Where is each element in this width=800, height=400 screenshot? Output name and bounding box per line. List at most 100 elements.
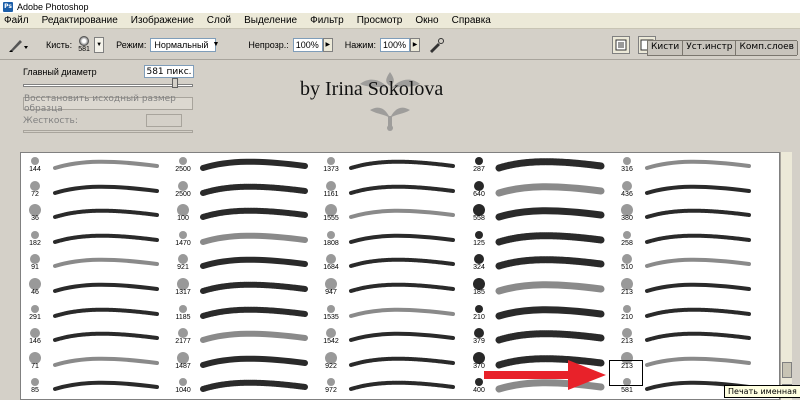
- brush-preset-cell[interactable]: 144: [21, 153, 166, 177]
- menu-filter[interactable]: Фильтр: [310, 15, 344, 26]
- brush-preset-cell[interactable]: 1161: [317, 178, 462, 202]
- brush-preset-cell[interactable]: 146: [21, 325, 166, 349]
- master-diameter-label: Главный диаметр: [23, 67, 97, 77]
- brush-preset-cell[interactable]: 182: [21, 227, 166, 251]
- brush-stroke-preview: [200, 183, 308, 196]
- brush-stroke-preview: [495, 256, 605, 270]
- menu-view[interactable]: Просмотр: [357, 15, 403, 26]
- brush-preset-cell[interactable]: 379: [465, 325, 610, 349]
- menu-help[interactable]: Справка: [452, 15, 491, 26]
- hardness-input[interactable]: [146, 114, 182, 127]
- brush-stroke-preview: [645, 159, 751, 170]
- airbrush-toggle[interactable]: [426, 35, 446, 55]
- brush-picker-button[interactable]: ▼: [94, 36, 105, 53]
- brush-preset-cell[interactable]: 185: [465, 276, 610, 300]
- brush-preset-cell[interactable]: 213: [613, 276, 758, 300]
- tab-brushes[interactable]: Кисти: [648, 41, 684, 55]
- brush-size-label: 510: [621, 264, 633, 272]
- brush-preset-cell[interactable]: 1317: [169, 276, 314, 300]
- opacity-slider-button[interactable]: ▶: [322, 37, 333, 52]
- brush-preset-cell[interactable]: 510: [613, 251, 758, 275]
- brush-preset-cell[interactable]: 1684: [317, 251, 462, 275]
- brush-size-label: 2177: [175, 338, 191, 346]
- flow-input[interactable]: 100%: [380, 37, 411, 52]
- brush-stroke-preview: [495, 207, 605, 221]
- diameter-slider-thumb[interactable]: [171, 78, 178, 88]
- menu-window[interactable]: Окно: [415, 15, 438, 26]
- brush-preset-cell[interactable]: 210: [465, 301, 610, 325]
- menu-layer[interactable]: Слой: [207, 15, 231, 26]
- menu-select[interactable]: Выделение: [244, 15, 297, 26]
- brush-column: 2500 2500 100 1470 921 1317 1185 2177 1487 1040: [169, 153, 314, 399]
- brush-size-label: 1542: [323, 338, 339, 346]
- opacity-input[interactable]: 100%: [292, 37, 323, 52]
- brush-preset-cell[interactable]: 1373: [317, 153, 462, 177]
- brush-preset-cell[interactable]: 287: [465, 153, 610, 177]
- tool-preset-picker[interactable]: [4, 34, 32, 56]
- brush-preset-cell[interactable]: 922: [317, 350, 462, 374]
- brush-size-label: 125: [473, 239, 485, 247]
- brush-size-label: 380: [621, 215, 633, 223]
- menu-image[interactable]: Изображение: [131, 15, 194, 26]
- hardness-slider-track[interactable]: [23, 130, 193, 133]
- brush-preset-cell[interactable]: 46: [21, 276, 166, 300]
- brush-preset-cell[interactable]: 1040: [169, 374, 314, 398]
- photoshop-app-icon: Ps: [3, 1, 13, 12]
- brush-size-label: 1185: [175, 313, 191, 321]
- brush-size-label: 324: [473, 264, 485, 272]
- brush-preset-cell[interactable]: 316: [613, 153, 758, 177]
- tab-tool-presets[interactable]: Уст.инстр: [683, 41, 737, 55]
- brush-preset-cell[interactable]: 85: [21, 374, 166, 398]
- restore-sample-size-button[interactable]: Восстановить исходный размер образца: [23, 94, 193, 114]
- brush-preset-cell[interactable]: 71: [21, 350, 166, 374]
- brush-preset-cell[interactable]: 210: [613, 301, 758, 325]
- diameter-slider-track[interactable]: [23, 84, 193, 87]
- menu-edit[interactable]: Редактирование: [42, 15, 118, 26]
- brush-preset-cell[interactable]: 1185: [169, 301, 314, 325]
- brush-preset-cell[interactable]: 640: [465, 178, 610, 202]
- brush-preset-cell[interactable]: 91: [21, 251, 166, 275]
- brush-stroke-preview: [495, 281, 605, 295]
- master-diameter-input[interactable]: 581 пикс.: [144, 65, 194, 78]
- brush-preset-cell[interactable]: 1487: [169, 350, 314, 374]
- brush-preset-cell[interactable]: 1470: [169, 227, 314, 251]
- brush-preset-cell[interactable]: 2500: [169, 153, 314, 177]
- brush-preset-cell[interactable]: 972: [317, 374, 462, 398]
- brush-preset-cell[interactable]: 921: [169, 251, 314, 275]
- tab-layer-comps[interactable]: Комп.слоев: [736, 41, 798, 55]
- brush-preset-cell[interactable]: 947: [317, 276, 462, 300]
- brush-stroke-preview: [200, 257, 308, 270]
- scrollbar-thumb[interactable]: [782, 362, 792, 378]
- brush-preset-cell[interactable]: 1555: [317, 202, 462, 226]
- brush-preset-cell[interactable]: 213: [613, 325, 758, 349]
- palette-well: Кисти Уст.инстр Комп.слоев: [647, 40, 798, 56]
- brush-preset-cell[interactable]: 36: [21, 202, 166, 226]
- brush-preset-cell[interactable]: 1542: [317, 325, 462, 349]
- brush-preset-cell[interactable]: 100: [169, 202, 314, 226]
- brush-column: 1373 1161 1555 1808 1684 947 1535 1542 922 972: [317, 153, 462, 399]
- brush-preset-cell[interactable]: 380: [613, 202, 758, 226]
- brush-size-label: 2500: [175, 166, 191, 173]
- brush-preset-cell[interactable]: 72: [21, 178, 166, 202]
- flow-slider-button[interactable]: ▶: [410, 37, 421, 52]
- file-browser-button[interactable]: [612, 35, 631, 54]
- grid-scrollbar[interactable]: ▼: [780, 152, 792, 400]
- brush-size-label: 1487: [175, 362, 191, 370]
- blend-mode-select[interactable]: Нормальный ▼: [150, 37, 219, 52]
- brush-stroke-preview: [53, 356, 159, 367]
- brush-preset-cell[interactable]: 2177: [169, 325, 314, 349]
- brush-preset-cell[interactable]: 2500: [169, 178, 314, 202]
- brush-preset-cell[interactable]: 436: [613, 178, 758, 202]
- brush-preset-cell[interactable]: 558: [465, 202, 610, 226]
- brush-preview[interactable]: 581: [76, 34, 92, 56]
- brush-tip-icon: [79, 35, 90, 46]
- brush-preset-cell[interactable]: 258: [613, 227, 758, 251]
- brush-preset-cell[interactable]: 291: [21, 301, 166, 325]
- brush-preset-cell[interactable]: 1808: [317, 227, 462, 251]
- brush-preset-cell[interactable]: 125: [465, 227, 610, 251]
- menu-file[interactable]: Файл: [4, 15, 29, 26]
- brush-stroke-preview: [53, 282, 159, 293]
- brush-preset-cell[interactable]: 324: [465, 251, 610, 275]
- brush-preset-cell[interactable]: 1535: [317, 301, 462, 325]
- brush-size-label: 287: [473, 166, 485, 173]
